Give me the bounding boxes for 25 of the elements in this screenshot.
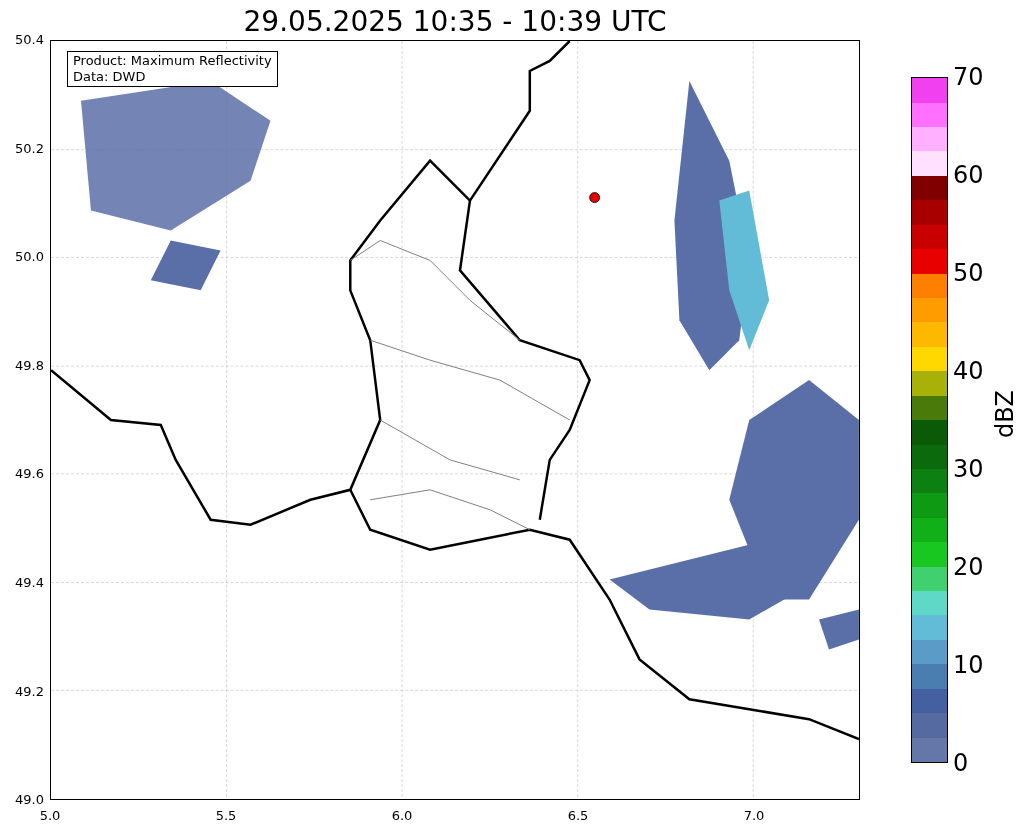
colorbar-tick-label: 70 [953,63,984,91]
colorbar-tick-label: 30 [953,455,984,483]
y-tick-label: 49.8 [14,357,44,374]
y-tick-label: 50.0 [14,249,44,266]
y-tick-label: 50.2 [14,140,44,157]
y-tick-label: 49.4 [14,575,44,591]
x-tick-label: 5.5 [214,807,238,825]
y-tick-label: 49.0 [14,792,44,809]
x-tick-label: 6.0 [390,807,414,825]
x-tick-label: 6.5 [566,807,590,825]
y-tick-label: 49.2 [14,683,44,700]
info-text: Data: DWD [73,69,147,85]
x-tick-label: 7.0 [742,807,766,825]
colorbar-tick-label: 50 [953,259,984,287]
chart-title: 29.05.2025 10:35 - 10:39 UTC [242,4,668,40]
colorbar-tick-label: 10 [953,651,984,679]
colorbar-label: dBZ [991,389,1019,439]
colorbar-tick-label: 0 [953,749,969,777]
colorbar-tick-label: 40 [953,357,984,385]
y-tick-label: 50.4 [14,32,44,48]
colorbar-tick-label: 60 [953,161,984,189]
x-tick-label: 5.0 [38,807,62,825]
colorbar-tick-label: 20 [953,553,984,581]
info-text: Product: Maximum Reflectivity [73,53,272,69]
y-tick-label: 49.6 [14,466,44,483]
